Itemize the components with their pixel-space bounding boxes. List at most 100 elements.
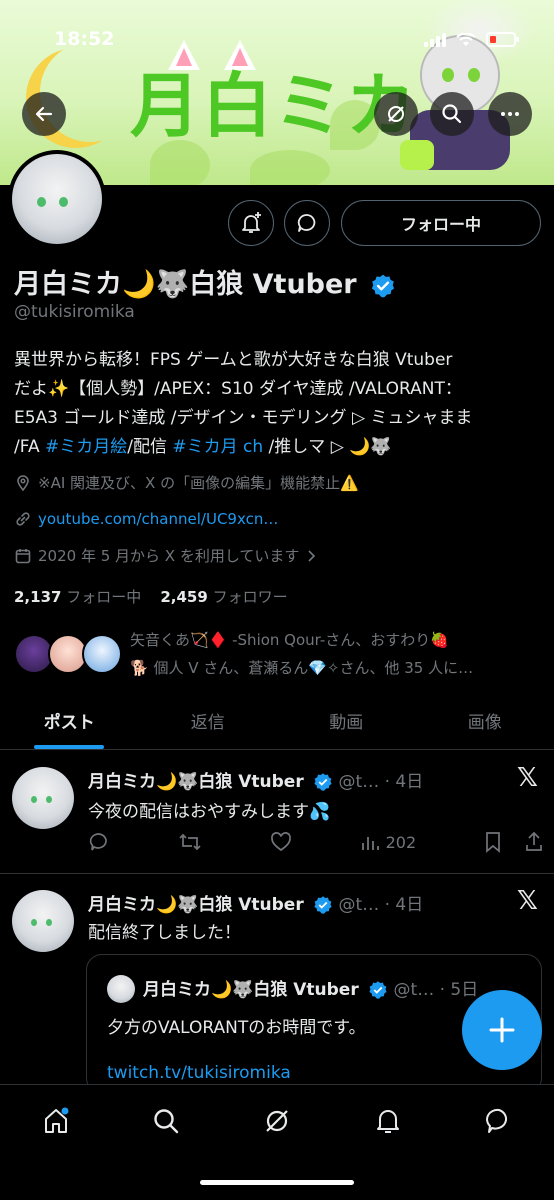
notifications-icon bbox=[377, 1110, 399, 1133]
followed-by-line: 矢音くあ🏹♦️ -Shion Qour-さん、おすわり🍓 bbox=[130, 631, 449, 649]
compose-icon bbox=[489, 1017, 515, 1043]
verified-badge-icon[interactable] bbox=[370, 273, 396, 299]
joined-text: 2020 年 5 月から X を利用しています bbox=[38, 547, 300, 565]
website-link[interactable]: youtube.com/channel/UC9xcn… bbox=[38, 510, 278, 528]
hashtag-link[interactable]: #ミカ月 ch bbox=[172, 437, 263, 457]
bio-text: /FA bbox=[14, 437, 45, 457]
tab-images[interactable]: 画像 bbox=[416, 700, 554, 749]
x-logo-icon: 𝕏 bbox=[517, 763, 538, 793]
link-icon bbox=[16, 512, 30, 526]
back-icon bbox=[35, 106, 53, 122]
avatar bbox=[82, 634, 122, 674]
repost-icon[interactable] bbox=[178, 831, 202, 853]
post-author-name[interactable]: 月白ミカ🌙🐺白狼 Vtuber bbox=[88, 895, 304, 915]
back-button[interactable] bbox=[22, 92, 66, 136]
bio-line: だよ✨【個人勢】/APEX：S10 ダイヤ達成 /VALORANT： bbox=[14, 379, 462, 399]
nav-search[interactable] bbox=[146, 1101, 186, 1141]
nav-home[interactable] bbox=[36, 1101, 76, 1141]
nav-messages[interactable] bbox=[479, 1101, 519, 1141]
quote-text: 夕方のVALORANTのお時間です。 bbox=[107, 1018, 366, 1038]
chevron-right-icon bbox=[308, 549, 316, 562]
share-icon[interactable] bbox=[524, 831, 544, 853]
search-icon bbox=[442, 104, 462, 124]
post-text: 今夜の配信はおやすみします💦 bbox=[88, 802, 331, 822]
quote-handle-time: @t… · 5日 bbox=[393, 980, 479, 1000]
views-count: 202 bbox=[385, 832, 417, 852]
display-name-text: 月白ミカ🌙🐺白狼 Vtuber bbox=[14, 269, 357, 300]
following-label: フォロー中 bbox=[66, 588, 142, 606]
views-stat[interactable]: 202 bbox=[360, 832, 417, 852]
bio-line: E5A3 ゴールド達成 /デザイン・モデリング ▷ ミュシャまま bbox=[14, 408, 473, 428]
profile-website: youtube.com/channel/UC9xcn… bbox=[14, 510, 278, 528]
grok-icon bbox=[388, 106, 404, 122]
bookmark-icon[interactable] bbox=[484, 831, 502, 853]
followed-by-line: 🐕 個人 V さん、蒼瀬るん💎✧さん、他 35 人に… bbox=[130, 659, 474, 677]
following-count: 2,137 bbox=[14, 588, 62, 606]
message-icon bbox=[297, 214, 316, 232]
post-header: 月白ミカ🌙🐺白狼 Vtuber @t… · 4日 bbox=[88, 890, 423, 915]
follow-counts: 2,137 フォロー中 2,459 フォロワー bbox=[14, 586, 288, 607]
search-button[interactable] bbox=[430, 92, 474, 136]
display-name: 月白ミカ🌙🐺白狼 Vtuber bbox=[14, 262, 396, 301]
bio-line: /FA #ミカ月絵/配信 #ミカ月 ch /推しマ ▷ 🌙🐺 bbox=[14, 433, 544, 462]
post-actions: 202 bbox=[88, 831, 544, 853]
profile-bio: 異世界から転移！FPS ゲームと歌が大好きな白狼 Vtuber だよ✨【個人勢】… bbox=[14, 346, 544, 462]
signal-icon bbox=[424, 32, 446, 47]
verified-badge-icon bbox=[314, 896, 332, 914]
x-logo-icon: 𝕏 bbox=[517, 886, 538, 916]
location-icon bbox=[17, 474, 29, 491]
wifi-icon bbox=[456, 32, 476, 46]
search-nav-icon bbox=[154, 1109, 179, 1134]
followed-by-avatars[interactable] bbox=[14, 634, 124, 678]
post-item[interactable]: 月白ミカ🌙🐺白狼 Vtuber @t… · 4日 𝕏 今夜の配信はおやすみします… bbox=[0, 751, 554, 874]
tab-videos[interactable]: 動画 bbox=[277, 700, 416, 749]
followers-link[interactable]: 2,459 フォロワー bbox=[160, 588, 287, 606]
grok-button[interactable] bbox=[374, 92, 418, 136]
bio-text: /推しマ ▷ 🌙🐺 bbox=[263, 437, 392, 457]
verified-badge-icon bbox=[314, 773, 332, 791]
views-icon bbox=[361, 837, 379, 850]
profile-handle: @tukisiromika bbox=[14, 302, 135, 322]
bio-line: 異世界から転移！FPS ゲームと歌が大好きな白狼 Vtuber bbox=[14, 350, 453, 370]
reply-icon[interactable] bbox=[88, 831, 110, 853]
avatar[interactable] bbox=[12, 890, 74, 952]
compose-button[interactable] bbox=[462, 990, 542, 1070]
grok-nav-icon bbox=[266, 1110, 288, 1132]
avatar[interactable] bbox=[12, 767, 74, 829]
quote-link[interactable]: twitch.tv/tukisiromika bbox=[107, 1063, 291, 1083]
hashtag-link[interactable]: #ミカ月絵 bbox=[45, 437, 127, 457]
nav-notifications[interactable] bbox=[368, 1101, 408, 1141]
more-icon bbox=[501, 112, 519, 116]
tab-posts[interactable]: ポスト bbox=[0, 700, 139, 749]
post-text: 配信終了しました！ bbox=[88, 923, 241, 943]
followed-by-text[interactable]: 矢音くあ🏹♦️ -Shion Qour-さん、おすわり🍓 🐕 個人 V さん、蒼… bbox=[130, 626, 544, 682]
following-button[interactable]: フォロー中 bbox=[341, 200, 541, 246]
profile-joined[interactable]: 2020 年 5 月から X を利用しています bbox=[14, 545, 317, 566]
quote-author-name: 月白ミカ🌙🐺白狼 Vtuber bbox=[143, 980, 359, 1000]
notify-plus-icon bbox=[242, 212, 261, 233]
followers-count: 2,459 bbox=[160, 588, 208, 606]
post-handle-time: @t… · 4日 bbox=[338, 772, 424, 792]
messages-icon bbox=[486, 1108, 508, 1133]
post-handle-time: @t… · 4日 bbox=[338, 895, 424, 915]
like-icon[interactable] bbox=[270, 831, 292, 853]
bio-text: /配信 bbox=[127, 437, 173, 457]
post-author-name[interactable]: 月白ミカ🌙🐺白狼 Vtuber bbox=[88, 772, 304, 792]
notify-button[interactable] bbox=[228, 200, 274, 246]
location-text: ※AI 関連及び、X の「画像の編集」機能禁止⚠️ bbox=[38, 474, 359, 492]
quote-header: 月白ミカ🌙🐺白狼 Vtuber @t… · 5日 bbox=[143, 975, 478, 1000]
following-link[interactable]: 2,137 フォロー中 bbox=[14, 588, 141, 606]
banner-leaf-decoration bbox=[250, 150, 330, 185]
more-button[interactable] bbox=[488, 92, 532, 136]
profile-location: ※AI 関連及び、X の「画像の編集」機能禁止⚠️ bbox=[14, 472, 359, 493]
home-icon bbox=[45, 1107, 69, 1133]
banner-title: 月白ミカ bbox=[130, 64, 418, 147]
profile-avatar[interactable] bbox=[8, 150, 106, 248]
profile-tabs: ポスト 返信 動画 画像 bbox=[0, 700, 554, 750]
followers-label: フォロワー bbox=[212, 588, 288, 606]
avatar bbox=[107, 975, 135, 1003]
message-button[interactable] bbox=[284, 200, 330, 246]
tab-replies[interactable]: 返信 bbox=[139, 700, 278, 749]
status-time: 18:52 bbox=[54, 28, 115, 50]
nav-grok[interactable] bbox=[257, 1101, 297, 1141]
